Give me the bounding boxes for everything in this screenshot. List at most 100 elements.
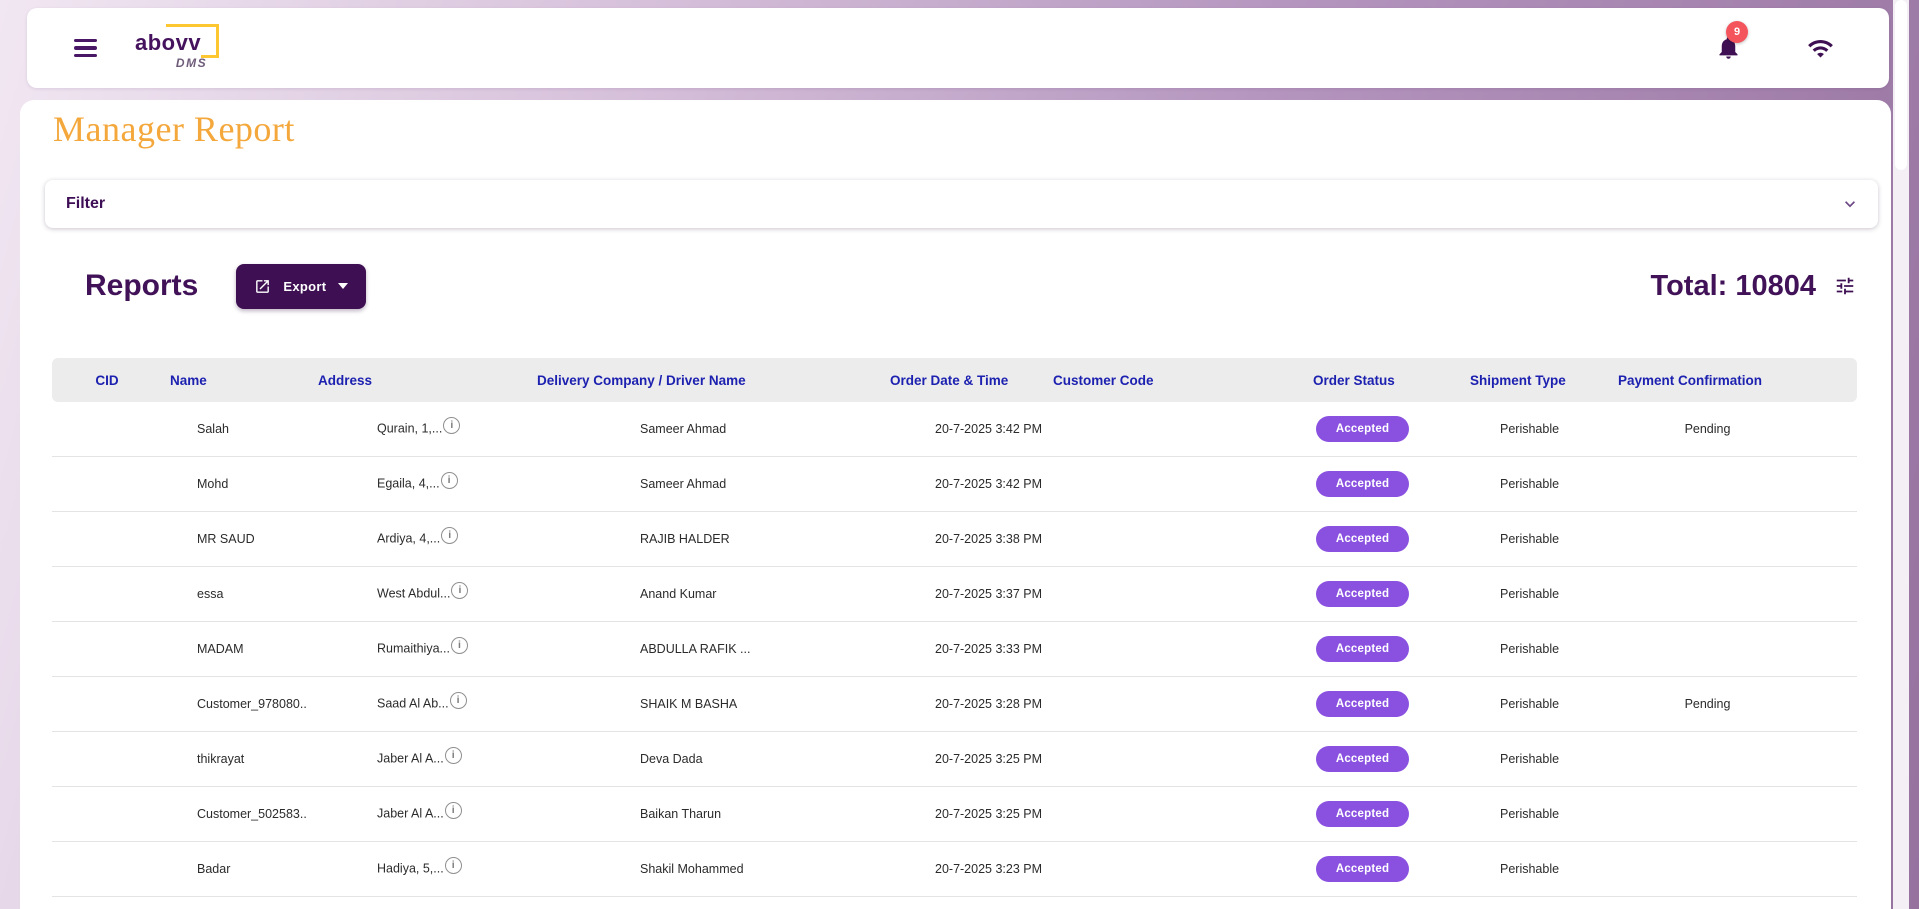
cell-order-status: Accepted bbox=[1297, 512, 1452, 567]
column-header-driver: Delivery Company / Driver Name bbox=[517, 358, 867, 402]
info-icon[interactable]: i bbox=[451, 637, 468, 654]
info-icon[interactable]: i bbox=[441, 472, 458, 489]
cell-order-status: Accepted bbox=[1297, 787, 1452, 842]
status-badge: Accepted bbox=[1316, 746, 1409, 772]
status-badge: Accepted bbox=[1316, 801, 1409, 827]
info-icon[interactable]: i bbox=[445, 802, 462, 819]
cell-shipment-type: Perishable bbox=[1452, 567, 1597, 622]
info-icon[interactable]: i bbox=[443, 417, 460, 434]
cell-customer-code bbox=[1042, 457, 1297, 512]
cell-order-date: 20-7-2025 3:38 PM bbox=[867, 512, 1042, 567]
cell-order-status: Accepted bbox=[1297, 677, 1452, 732]
cell-payment bbox=[1597, 512, 1857, 567]
cell-order-date: 20-7-2025 3:23 PM bbox=[867, 842, 1042, 897]
cell-customer-code bbox=[1042, 402, 1297, 457]
page-title: Manager Report bbox=[53, 108, 295, 150]
cell-shipment-type: Perishable bbox=[1452, 402, 1597, 457]
info-icon[interactable]: i bbox=[450, 692, 467, 709]
cell-address: Ardiya, 4,...i bbox=[307, 512, 517, 567]
menu-icon[interactable] bbox=[72, 37, 99, 60]
cell-order-date: 20-7-2025 3:25 PM bbox=[867, 732, 1042, 787]
caret-down-icon bbox=[338, 283, 348, 289]
info-icon[interactable]: i bbox=[451, 582, 468, 599]
table-row: SalahQurain, 1,...iSameer Ahmad20-7-2025… bbox=[52, 402, 1857, 457]
tune-icon bbox=[1834, 275, 1856, 297]
cell-payment bbox=[1597, 732, 1857, 787]
cell-cid bbox=[52, 622, 162, 677]
wifi-icon bbox=[1807, 35, 1834, 62]
column-header-cid: CID bbox=[52, 358, 162, 402]
cell-cid bbox=[52, 732, 162, 787]
cell-name: Salah bbox=[162, 402, 307, 457]
export-button-label: Export bbox=[283, 279, 326, 294]
column-header-address: Address bbox=[307, 358, 517, 402]
cell-cid bbox=[52, 567, 162, 622]
cell-driver: Anand Kumar bbox=[517, 567, 867, 622]
export-button[interactable]: Export bbox=[236, 264, 366, 309]
filter-panel-toggle[interactable]: Filter bbox=[45, 180, 1878, 228]
cell-cid bbox=[52, 842, 162, 897]
cell-payment: Pending bbox=[1597, 402, 1857, 457]
info-icon[interactable]: i bbox=[445, 747, 462, 764]
cell-order-status: Accepted bbox=[1297, 622, 1452, 677]
chevron-down-icon bbox=[1840, 194, 1860, 214]
cell-driver: Sameer Ahmad bbox=[517, 402, 867, 457]
total-group: Total: 10804 bbox=[1651, 270, 1858, 303]
status-badge: Accepted bbox=[1316, 636, 1409, 662]
scrollbar-thumb[interactable] bbox=[1895, 0, 1907, 170]
header-right-group: 9 bbox=[1715, 34, 1834, 62]
cell-customer-code bbox=[1042, 622, 1297, 677]
cell-customer-code bbox=[1042, 567, 1297, 622]
column-settings-button[interactable] bbox=[1832, 273, 1858, 299]
cell-shipment-type: Perishable bbox=[1452, 677, 1597, 732]
table-row: BadarHadiya, 5,...iShakil Mohammed20-7-2… bbox=[52, 842, 1857, 897]
status-badge: Accepted bbox=[1316, 416, 1409, 442]
cell-address: Egaila, 4,...i bbox=[307, 457, 517, 512]
status-badge: Accepted bbox=[1316, 471, 1409, 497]
cell-address: Jaber Al A...i bbox=[307, 787, 517, 842]
cell-name: Customer_978080... bbox=[162, 677, 307, 732]
column-header-order-status: Order Status bbox=[1297, 358, 1452, 402]
info-icon[interactable]: i bbox=[441, 527, 458, 544]
cell-order-date: 20-7-2025 3:28 PM bbox=[867, 677, 1042, 732]
cell-cid bbox=[52, 457, 162, 512]
cell-customer-code bbox=[1042, 677, 1297, 732]
app-header: abovv DMS 9 bbox=[27, 8, 1889, 88]
external-link-icon bbox=[254, 278, 271, 295]
cell-driver: Baikan Tharun bbox=[517, 787, 867, 842]
cell-shipment-type: Perishable bbox=[1452, 897, 1597, 909]
cell-driver: Deva Dada bbox=[517, 732, 867, 787]
cell-payment bbox=[1597, 567, 1857, 622]
cell-customer-code bbox=[1042, 512, 1297, 567]
notification-count-badge: 9 bbox=[1726, 21, 1748, 43]
notifications-button[interactable]: 9 bbox=[1715, 34, 1743, 62]
network-status-button[interactable] bbox=[1807, 35, 1834, 62]
cell-shipment-type: Perishable bbox=[1452, 732, 1597, 787]
logo-sub-text: DMS bbox=[176, 56, 207, 70]
cell-order-status: Accepted bbox=[1297, 457, 1452, 512]
total-count: Total: 10804 bbox=[1651, 270, 1816, 303]
cell-shipment-type: Perishable bbox=[1452, 622, 1597, 677]
cell-order-status: Accepted bbox=[1297, 732, 1452, 787]
status-badge: Accepted bbox=[1316, 526, 1409, 552]
cell-name: MR SAUD bbox=[162, 512, 307, 567]
cell-address: Rumaithiya...i bbox=[307, 622, 517, 677]
table-row: thikrayatJaber Al A...iDeva Dada20-7-202… bbox=[52, 732, 1857, 787]
table-body: SalahQurain, 1,...iSameer Ahmad20-7-2025… bbox=[52, 402, 1857, 909]
cell-driver: ABDULLA RAFIK ... bbox=[517, 622, 867, 677]
cell-order-date: 20-7-2025 3:42 PM bbox=[867, 457, 1042, 512]
cell-customer-code bbox=[1042, 897, 1297, 909]
cell-shipment-type: Perishable bbox=[1452, 842, 1597, 897]
cell-driver: NIPSON B C CHE... bbox=[517, 897, 867, 909]
logo-bracket bbox=[166, 24, 219, 58]
screen: abovv DMS 9 Manager Report Filter Report… bbox=[0, 0, 1919, 909]
cell-address: Jaber Al A...i bbox=[307, 732, 517, 787]
cell-cid bbox=[52, 787, 162, 842]
table-row: essaWest Abdul...iAnand Kumar20-7-2025 3… bbox=[52, 567, 1857, 622]
column-header-order-date: Order Date & Time bbox=[867, 358, 1042, 402]
main-content-card: Manager Report Filter Reports Export Tot… bbox=[20, 100, 1891, 909]
info-icon[interactable]: i bbox=[445, 857, 462, 874]
cell-order-date: 20-7-2025 3:42 PM bbox=[867, 402, 1042, 457]
column-header-shipment-type: Shipment Type bbox=[1452, 358, 1597, 402]
page-scrollbar[interactable] bbox=[1893, 0, 1909, 909]
